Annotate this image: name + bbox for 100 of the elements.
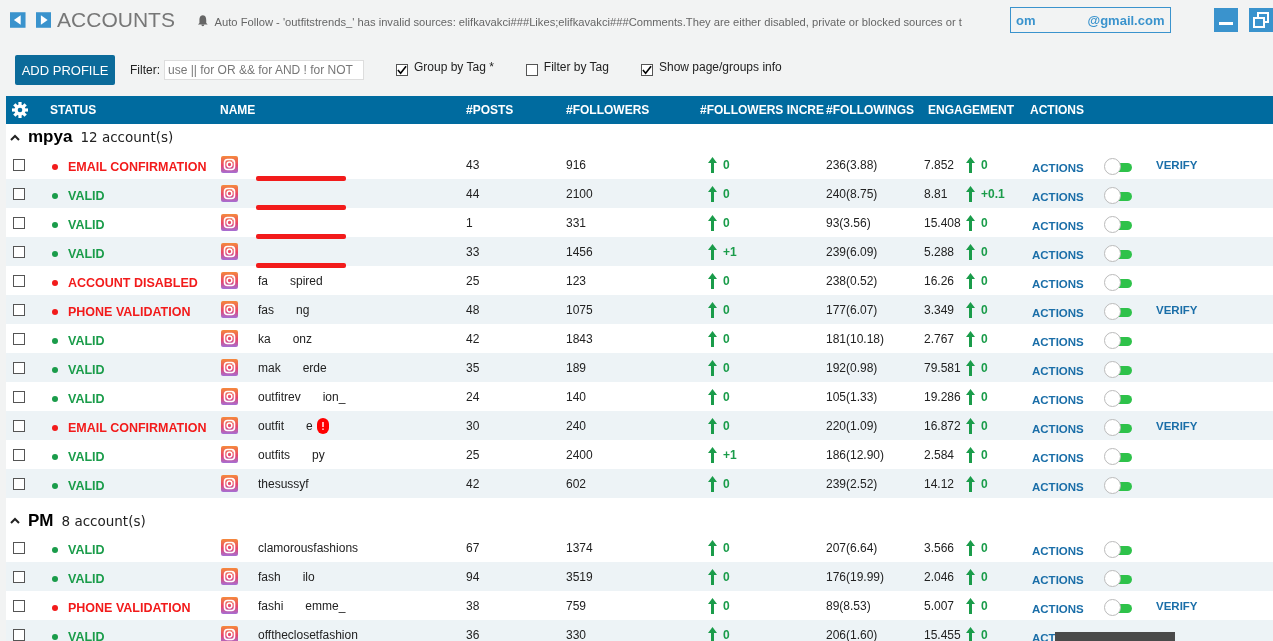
actions-link[interactable]: ACTIONS [1032,335,1084,348]
collapse-caret-icon[interactable] [10,133,20,141]
checkbox[interactable] [13,332,25,345]
up-arrow-icon [708,446,717,463]
actions-link[interactable]: ACTIONS [1032,573,1084,586]
option-label: Group by Tag * [414,60,494,74]
settings-icon[interactable] [11,101,29,119]
toggle-switch[interactable] [1104,569,1132,588]
filter-field[interactable]: use || for OR && for AND ! for NOT [164,60,364,80]
column-header[interactable]: ACTIONS [1024,103,1096,117]
actions-link[interactable]: ACTIONS [1032,306,1084,319]
account-name[interactable]: outfit [258,418,284,433]
account-name[interactable]: thesussyf [258,476,309,491]
account-name[interactable]: onz [292,331,313,346]
checkbox[interactable] [13,187,25,200]
toggle-switch[interactable] [1104,186,1132,205]
toggle-switch[interactable] [1104,244,1132,263]
actions-link[interactable]: ACTIONS [1032,480,1084,493]
actions-link[interactable]: ACTIONS [1032,602,1084,615]
checkbox[interactable] [13,570,25,583]
toggle-switch[interactable] [1104,598,1132,617]
actions-link[interactable]: ACT [1032,631,1056,641]
account-name[interactable]: clamorousfashions [258,540,359,555]
forward-icon[interactable] [35,12,52,28]
account-dropdown[interactable]: om @gmail.com [1010,7,1171,33]
column-header[interactable]: NAME [220,103,464,117]
column-header[interactable]: STATUS [44,103,220,117]
checkbox[interactable] [13,599,25,612]
toggle-switch[interactable] [1104,540,1132,559]
checkbox[interactable] [13,477,25,490]
account-name[interactable]: e [306,418,313,433]
account-name[interactable]: outfits [258,447,290,462]
actions-link[interactable]: ACTIONS [1032,544,1084,557]
toggle-switch[interactable] [1104,389,1132,408]
actions-link[interactable]: ACTIONS [1032,393,1084,406]
toggle-switch[interactable] [1104,273,1132,292]
account-name[interactable]: fas [258,302,274,317]
actions-link[interactable]: ACTIONS [1032,277,1084,290]
verify-link[interactable]: VERIFY [1156,599,1198,612]
toggle-switch[interactable] [1104,157,1132,176]
checkbox[interactable] [13,390,25,403]
actions-link[interactable]: ACTIONS [1032,190,1084,203]
account-name[interactable]: fashi [258,598,284,613]
post-count: 1 [465,215,474,230]
actions-link[interactable]: ACTIONS [1032,364,1084,377]
back-icon[interactable] [10,12,26,28]
checkbox[interactable] [13,448,25,461]
column-header[interactable]: ENGAGEMENT [922,103,1024,117]
restore-icon[interactable] [1249,8,1273,32]
account-name[interactable]: fa [258,273,268,288]
toggle-switch[interactable] [1104,302,1132,321]
account-name[interactable]: spired [290,273,323,288]
actions-link[interactable]: ACTIONS [1032,248,1084,261]
account-name[interactable]: erde [302,360,327,375]
page-title: ACCOUNTS [57,8,175,32]
actions-link[interactable]: ACTIONS [1032,161,1084,174]
checkbox[interactable] [13,361,25,374]
account-name[interactable]: outfitrev [258,389,301,404]
toggle-switch[interactable] [1104,215,1132,234]
toggle-switch[interactable] [1104,331,1132,350]
column-header[interactable]: #FOLLOWERS [564,103,700,117]
follower-count: 1075 [565,302,594,317]
verify-link[interactable]: VERIFY [1156,303,1198,316]
verify-link[interactable]: VERIFY [1156,158,1198,171]
engagement-value: 16.26 [924,273,956,288]
column-header[interactable]: #FOLLOWERS INCRE [700,103,824,117]
account-name[interactable]: ka [258,331,271,346]
checkbox[interactable] [640,64,653,76]
checkbox[interactable] [13,216,25,229]
actions-link[interactable]: ACTIONS [1032,451,1084,464]
follower-count: 1374 [565,540,594,555]
column-header[interactable]: #POSTS [464,103,564,117]
actions-link[interactable]: ACTIONS [1032,219,1084,232]
checkbox[interactable] [13,245,25,258]
account-name[interactable]: emme_ [305,598,346,613]
checkbox[interactable] [396,64,408,76]
toggle-switch[interactable] [1104,360,1132,379]
column-header[interactable]: #FOLLOWINGS [824,103,922,117]
checkbox[interactable] [13,541,25,554]
checkbox[interactable] [13,303,25,316]
account-name[interactable]: ion_ [322,389,346,404]
account-name[interactable]: fash [258,569,281,584]
account-name[interactable]: ilo [302,569,315,584]
checkbox[interactable] [13,274,25,287]
toggle-switch[interactable] [1104,418,1132,437]
checkbox[interactable] [13,419,25,432]
actions-link[interactable]: ACTIONS [1032,422,1084,435]
checkbox[interactable] [13,158,25,171]
add-profile-button[interactable]: ADD PROFILE [15,55,115,85]
checkbox[interactable] [525,64,538,76]
account-name[interactable]: offtheclosetfashion [258,627,358,641]
checkbox[interactable] [13,628,25,641]
account-name[interactable]: ng [296,302,310,317]
minimize-icon[interactable] [1214,8,1238,32]
toggle-switch[interactable] [1104,476,1132,495]
toggle-switch[interactable] [1104,447,1132,466]
account-name[interactable]: mak [258,360,281,375]
verify-link[interactable]: VERIFY [1156,419,1198,432]
account-name[interactable]: py [312,447,325,462]
collapse-caret-icon[interactable] [10,517,20,524]
